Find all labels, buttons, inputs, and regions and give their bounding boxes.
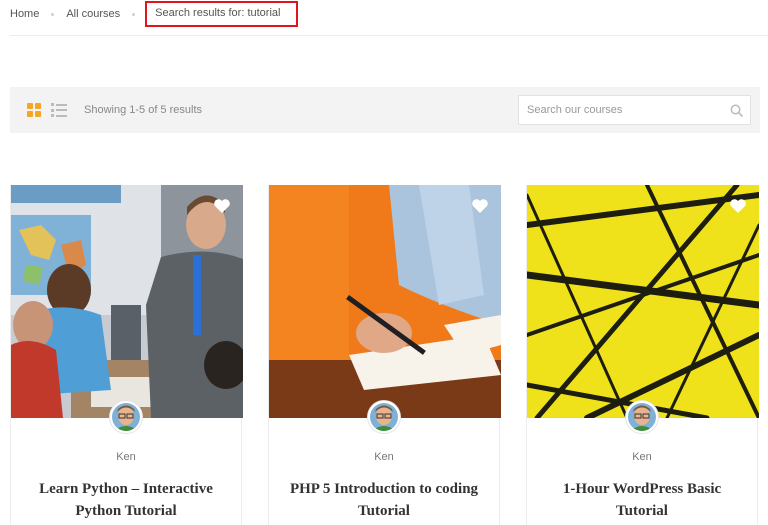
heart-icon[interactable] [213, 198, 231, 214]
header-divider [10, 35, 768, 36]
result-count: Showing 1-5 of 5 results [84, 104, 203, 116]
breadcrumb-separator [51, 12, 55, 16]
breadcrumb: Home All courses Search results for: tut… [10, 0, 299, 28]
list-view-icon[interactable] [51, 103, 67, 117]
course-image-writing[interactable] [269, 185, 501, 418]
course-card[interactable]: Ken 1-Hour WordPress Basic Tutorial [526, 185, 759, 525]
course-title[interactable]: 1-Hour WordPress Basic Tutorial [541, 478, 743, 522]
course-card[interactable]: Ken Learn Python – Interactive Python Tu… [10, 185, 243, 525]
course-title[interactable]: PHP 5 Introduction to coding Tutorial [283, 478, 485, 522]
breadcrumb-home[interactable]: Home [10, 8, 39, 20]
grid-view-icon[interactable] [27, 103, 42, 117]
heart-icon[interactable] [471, 198, 489, 214]
author-avatar[interactable] [110, 401, 142, 433]
author-avatar[interactable] [626, 401, 658, 433]
search-input[interactable] [519, 104, 719, 116]
author-avatar[interactable] [368, 401, 400, 433]
search-icon[interactable] [730, 104, 743, 117]
course-image-abstract[interactable] [527, 185, 759, 418]
course-author[interactable]: Ken [527, 451, 757, 463]
breadcrumb-separator [132, 12, 136, 16]
course-card[interactable]: Ken PHP 5 Introduction to coding Tutoria… [268, 185, 501, 525]
breadcrumb-current: Search results for: tutorial [145, 1, 299, 27]
course-author[interactable]: Ken [269, 451, 499, 463]
heart-icon[interactable] [729, 198, 747, 214]
course-search [518, 95, 751, 125]
course-toolbar: Showing 1-5 of 5 results [10, 87, 760, 133]
course-author[interactable]: Ken [11, 451, 241, 463]
course-title[interactable]: Learn Python – Interactive Python Tutori… [25, 478, 227, 522]
breadcrumb-all-courses[interactable]: All courses [66, 8, 120, 20]
course-image-classroom[interactable] [11, 185, 243, 418]
